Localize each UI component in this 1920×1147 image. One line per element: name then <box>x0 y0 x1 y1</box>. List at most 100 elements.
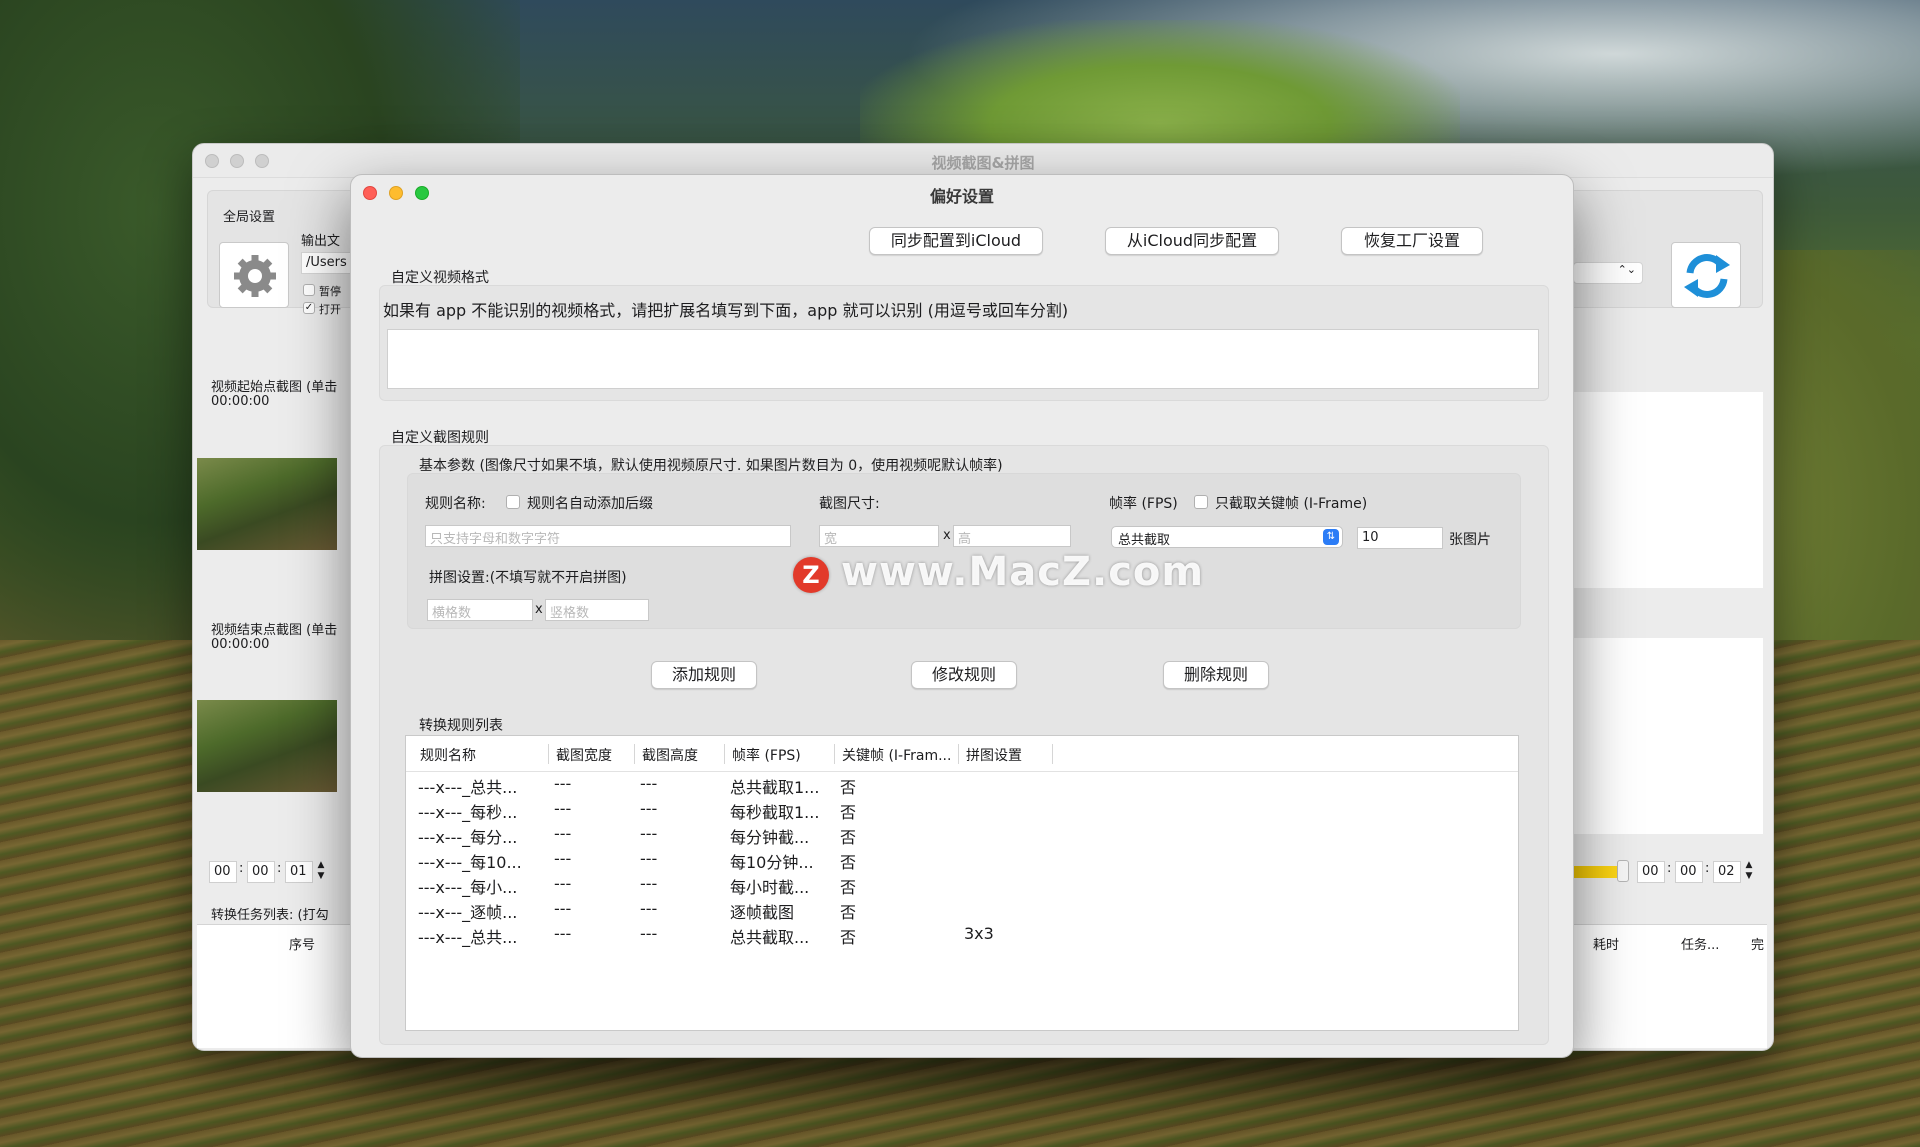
end-hour-field[interactable]: 00 <box>1637 861 1665 883</box>
task-col-done[interactable]: 完 <box>1751 934 1764 953</box>
col-keyframe[interactable]: 关键帧 (I-Fram... <box>842 745 956 765</box>
size-x-separator: x <box>943 528 951 543</box>
fps-label: 帧率 (FPS) <box>1109 496 1178 512</box>
mosaic-cols-input[interactable]: 横格数 <box>427 599 533 621</box>
cell-height: --- <box>640 774 658 793</box>
start-hour-field[interactable]: 00 <box>209 861 237 883</box>
start-minute-field[interactable]: 00 <box>247 861 275 883</box>
rule-name-label: 规则名称: <box>425 496 486 512</box>
watermark-logo: Z <box>793 557 829 593</box>
window-title: 视频截图&拼图 <box>931 154 1035 172</box>
delete-rule-button[interactable]: 删除规则 <box>1163 661 1269 689</box>
cell-name: ---x---_逐帧... <box>418 903 518 922</box>
custom-video-format-hint: 如果有 app 不能识别的视频格式，请把扩展名填写到下面，app 就可以识别 (… <box>383 301 1069 320</box>
custom-rule-label: 自定义截图规则 <box>391 430 489 446</box>
custom-video-format-input[interactable] <box>387 329 1539 389</box>
mosaic-rows-input[interactable]: 竖格数 <box>545 599 649 621</box>
edit-rule-button[interactable]: 修改规则 <box>911 661 1017 689</box>
preferences-titlebar: 偏好设置 <box>351 175 1573 211</box>
task-col-time[interactable]: 耗时 <box>1593 934 1619 953</box>
table-row[interactable]: ---x---_总共... --- --- 总共截取... 否 3x3 <box>406 922 1518 947</box>
sync-from-icloud-button[interactable]: 从iCloud同步配置 <box>1105 227 1279 255</box>
table-row[interactable]: ---x---_每秒... --- --- 每秒截取1... 否 <box>406 797 1518 822</box>
end-time: 00:00:00 <box>211 637 270 652</box>
cell-name: ---x---_每小... <box>418 878 518 897</box>
cell-width: --- <box>554 899 572 918</box>
rule-list-table: 规则名称 截图宽度 截图高度 帧率 (FPS) 关键帧 (I-Fram... 拼… <box>405 735 1519 1031</box>
table-row[interactable]: ---x---_总共... --- --- 总共截取1... 否 <box>406 772 1518 797</box>
global-settings-label: 全局设置 <box>223 210 276 225</box>
gear-icon <box>234 255 276 297</box>
settings-button[interactable] <box>219 242 289 308</box>
cell-height: --- <box>640 924 658 943</box>
start-preview-right <box>1567 392 1763 588</box>
task-col-index[interactable]: 序号 <box>289 934 315 953</box>
pause-checkbox-label: 暂停 <box>319 285 341 298</box>
output-folder-label: 输出文 <box>301 234 341 249</box>
end-minute-field[interactable]: 00 <box>1675 861 1703 883</box>
start-second-field[interactable]: 01 <box>285 861 313 883</box>
end-second-field[interactable]: 02 <box>1713 861 1741 883</box>
width-input[interactable]: 宽 <box>819 525 939 547</box>
fps-mode-popup[interactable]: 总共截取 ⇅ <box>1111 526 1343 548</box>
rule-list-label: 转换规则列表 <box>419 718 503 734</box>
cell-keyframe: 否 <box>840 878 857 897</box>
wallpaper-hill <box>860 20 1460 150</box>
auto-suffix-label: 规则名自动添加后缀 <box>527 496 653 512</box>
cell-name: ---x---_总共... <box>418 928 518 947</box>
auto-suffix-checkbox[interactable] <box>506 495 520 509</box>
cell-fps: 每小时截... <box>730 878 810 897</box>
task-list-label: 转换任务列表: (打勾 <box>211 908 329 923</box>
end-slider-thumb[interactable] <box>1617 860 1629 882</box>
keyframe-only-label: 只截取关键帧 (I-Frame) <box>1215 496 1368 512</box>
sync-to-icloud-button[interactable]: 同步配置到iCloud <box>869 227 1043 255</box>
rule-name-input[interactable]: 只支持字母和数字字符 <box>425 525 791 547</box>
table-row[interactable]: ---x---_每10... --- --- 每10分钟... 否 <box>406 847 1518 872</box>
sync-button[interactable] <box>1671 242 1741 308</box>
cell-keyframe: 否 <box>840 903 857 922</box>
cell-height: --- <box>640 899 658 918</box>
count-input[interactable]: 10 <box>1357 527 1443 549</box>
cell-height: --- <box>640 824 658 843</box>
col-fps[interactable]: 帧率 (FPS) <box>732 745 832 765</box>
cell-fps: 总共截取1... <box>730 778 820 797</box>
cell-mosaic: 3x3 <box>964 924 994 943</box>
add-rule-button[interactable]: 添加规则 <box>651 661 757 689</box>
cell-keyframe: 否 <box>840 928 857 947</box>
task-col-task[interactable]: 任务... <box>1681 934 1719 953</box>
keyframe-only-checkbox[interactable] <box>1194 495 1208 509</box>
end-stepper-control[interactable]: ▲ ▼ <box>1743 860 1755 884</box>
cell-height: --- <box>640 874 658 893</box>
end-thumbnail[interactable] <box>197 700 337 792</box>
cell-width: --- <box>554 924 572 943</box>
cell-keyframe: 否 <box>840 803 857 822</box>
table-row[interactable]: ---x---_每分... --- --- 每分钟截... 否 <box>406 822 1518 847</box>
col-mosaic[interactable]: 拼图设置 <box>966 745 1046 765</box>
cell-fps: 总共截取... <box>730 928 810 947</box>
cell-name: ---x---_每秒... <box>418 803 518 822</box>
cell-height: --- <box>640 849 658 868</box>
open-checkbox[interactable]: ✓ <box>303 302 315 314</box>
size-label: 截图尺寸: <box>819 496 880 512</box>
main-popup[interactable]: ⌃⌄ <box>1573 262 1643 284</box>
cell-name: ---x---_总共... <box>418 778 518 797</box>
col-width[interactable]: 截图宽度 <box>556 745 632 765</box>
start-stepper-control[interactable]: ▲ ▼ <box>315 860 327 884</box>
cell-width: --- <box>554 849 572 868</box>
col-height[interactable]: 截图高度 <box>642 745 722 765</box>
cell-keyframe: 否 <box>840 778 857 797</box>
restore-factory-button[interactable]: 恢复工厂设置 <box>1341 227 1483 255</box>
start-thumbnail[interactable] <box>197 458 337 550</box>
table-row[interactable]: ---x---_每小... --- --- 每小时截... 否 <box>406 872 1518 897</box>
height-input[interactable]: 高 <box>953 525 1071 547</box>
col-rule-name[interactable]: 规则名称 <box>420 745 540 765</box>
preferences-title: 偏好设置 <box>929 187 994 206</box>
popup-chevron-icon: ⇅ <box>1323 529 1339 545</box>
pause-checkbox[interactable] <box>303 284 315 296</box>
cell-fps: 每分钟截... <box>730 828 810 847</box>
refresh-icon <box>1684 254 1730 298</box>
cell-fps: 每10分钟... <box>730 853 814 872</box>
table-row[interactable]: ---x---_逐帧... --- --- 逐帧截图 否 <box>406 897 1518 922</box>
cell-name: ---x---_每10... <box>418 853 522 872</box>
cell-fps: 每秒截取1... <box>730 803 820 822</box>
